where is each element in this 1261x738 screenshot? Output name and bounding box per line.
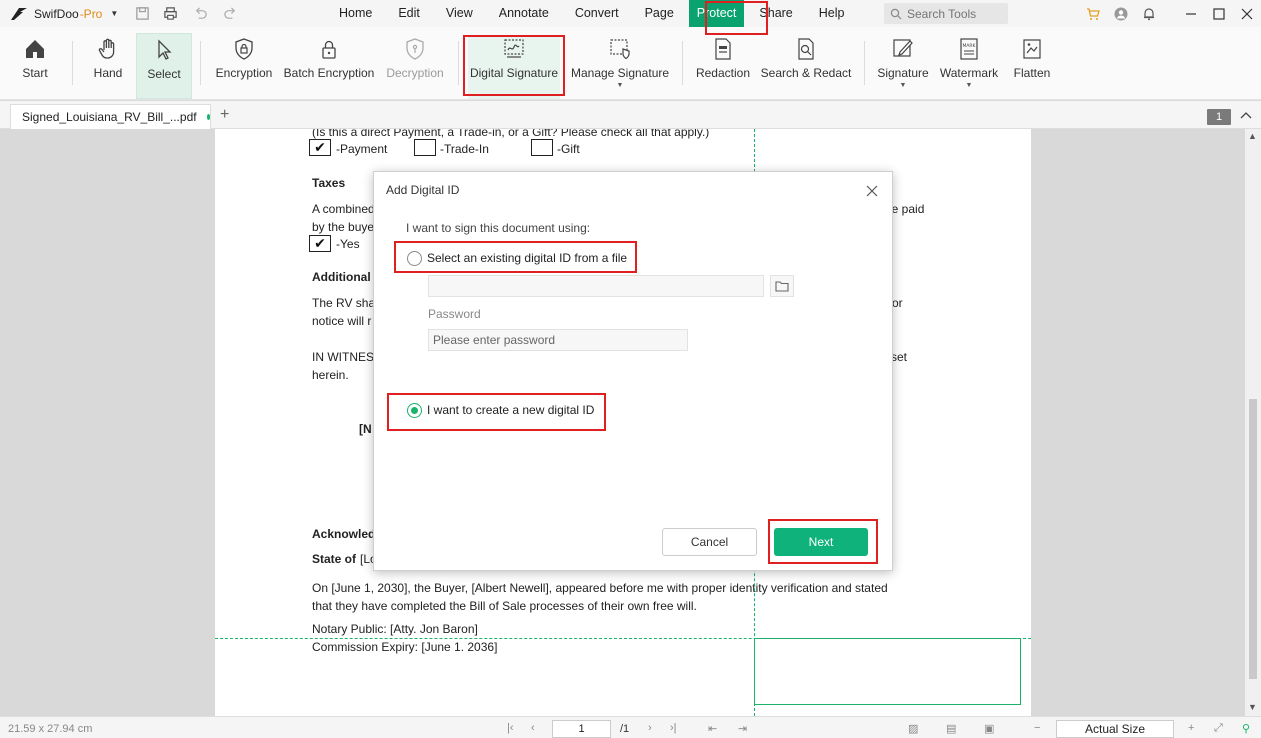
create-id-highlight-box bbox=[387, 393, 606, 431]
browse-folder-button[interactable] bbox=[770, 275, 794, 297]
dialog-prompt: I want to sign this document using: bbox=[406, 221, 591, 235]
add-digital-id-dialog: Add Digital ID I want to sign this docum… bbox=[373, 171, 893, 571]
password-label: Password bbox=[428, 307, 481, 321]
dialog-title: Add Digital ID bbox=[386, 183, 460, 197]
cancel-button[interactable]: Cancel bbox=[662, 528, 757, 556]
digital-id-file-input[interactable] bbox=[428, 275, 764, 297]
folder-icon bbox=[775, 281, 789, 292]
close-icon[interactable] bbox=[864, 183, 880, 199]
password-input[interactable] bbox=[428, 329, 688, 351]
modal-overlay: Add Digital ID I want to sign this docum… bbox=[0, 0, 1261, 738]
next-button-highlight-box bbox=[768, 519, 878, 564]
existing-id-highlight-box bbox=[394, 241, 637, 273]
